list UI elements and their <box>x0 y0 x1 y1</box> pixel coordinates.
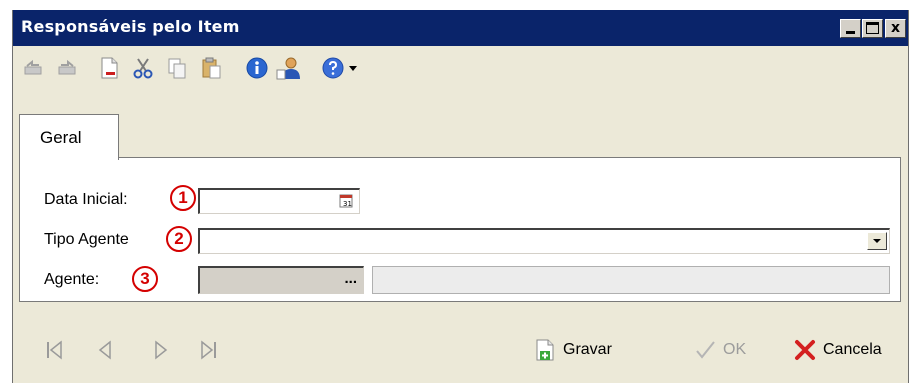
cut-icon[interactable] <box>131 56 155 80</box>
info-icon[interactable] <box>245 56 269 80</box>
tipo-agente-label: Tipo Agente <box>44 231 129 248</box>
save-document-icon <box>536 339 554 361</box>
marker-2: 2 <box>166 226 192 252</box>
copy-icon[interactable] <box>165 56 189 80</box>
redo-icon[interactable] <box>55 56 79 80</box>
marker-1: 1 <box>170 185 196 211</box>
undo-icon[interactable] <box>21 56 45 80</box>
title-bar: Responsáveis pelo Item x <box>13 10 908 46</box>
form-panel: Data Inicial: 1 31 Tipo Agente 2 Agente:… <box>19 157 901 302</box>
cancel-x-icon <box>795 340 815 360</box>
minimize-button[interactable] <box>840 19 861 38</box>
calendar-icon[interactable]: 31 <box>339 194 353 208</box>
gravar-button[interactable]: Gravar <box>533 338 633 364</box>
close-icon: x <box>890 20 901 36</box>
agente-browse-button[interactable]: ... <box>344 270 357 287</box>
checkmark-icon <box>696 341 715 359</box>
help-icon[interactable] <box>321 56 345 80</box>
tipo-agente-input[interactable] <box>200 230 889 253</box>
ok-label: OK <box>723 341 747 358</box>
close-button[interactable]: x <box>885 19 906 38</box>
new-document-icon[interactable] <box>97 56 121 80</box>
tipo-agente-select[interactable] <box>198 228 890 254</box>
window: Responsáveis pelo Item x Geral Data Inic… <box>12 10 909 383</box>
tipo-agente-dropdown-button[interactable] <box>867 232 887 250</box>
dropdown-arrow-icon[interactable] <box>347 56 359 80</box>
cancela-label: Cancela <box>823 341 882 358</box>
data-inicial-label: Data Inicial: <box>44 191 128 208</box>
agente-code-field[interactable]: ... <box>198 266 364 294</box>
gravar-label: Gravar <box>563 341 612 358</box>
chevron-down-icon <box>873 239 881 243</box>
window-title: Responsáveis pelo Item <box>21 17 240 36</box>
agente-name-field <box>372 266 890 294</box>
paste-icon[interactable] <box>199 56 223 80</box>
ok-button[interactable]: OK <box>693 338 763 364</box>
maximize-button[interactable] <box>862 19 883 38</box>
user-icon[interactable] <box>275 56 305 80</box>
last-record-icon[interactable] <box>197 339 219 361</box>
minimize-icon <box>846 31 855 34</box>
toolbar <box>13 46 908 88</box>
next-record-icon[interactable] <box>149 339 171 361</box>
data-inicial-field[interactable]: 31 <box>198 188 360 214</box>
tab-geral[interactable]: Geral <box>19 114 119 160</box>
previous-record-icon[interactable] <box>95 339 117 361</box>
maximize-icon <box>866 22 879 34</box>
data-inicial-input[interactable] <box>200 190 359 213</box>
marker-3: 3 <box>132 266 158 292</box>
bottom-bar: Gravar OK Cancela <box>13 306 908 383</box>
tab-geral-label: Geral <box>40 128 82 147</box>
first-record-icon[interactable] <box>45 339 67 361</box>
svg-text:31: 31 <box>343 200 352 208</box>
cancela-button[interactable]: Cancela <box>793 338 903 364</box>
agente-label: Agente: <box>44 271 100 288</box>
